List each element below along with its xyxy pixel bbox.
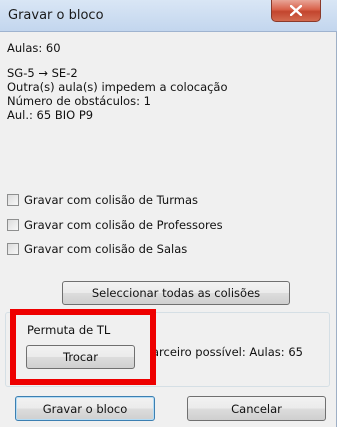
checkbox-label: Gravar com colisão de Salas — [24, 242, 188, 256]
parceiro-text: arceiro possível: Aulas: 65 — [152, 345, 303, 359]
checkbox-box[interactable] — [7, 194, 19, 206]
dialog-window: Gravar o bloco Aulas: 60 SG-5 → SE-2 Out… — [0, 0, 337, 427]
checkbox-label: Gravar com colisão de Turmas — [24, 193, 198, 207]
highlight-box — [10, 309, 156, 385]
cancel-button[interactable]: Cancelar — [187, 396, 326, 421]
move-text: SG-5 → SE-2 — [7, 66, 78, 80]
checkbox-box[interactable] — [7, 219, 19, 231]
close-button[interactable] — [271, 0, 321, 22]
aulas-text: Aulas: 60 — [7, 41, 61, 55]
impedem-text: Outra(s) aula(s) impedem a colocação — [7, 80, 228, 94]
checkbox-colisao-turmas[interactable]: Gravar com colisão de Turmas — [7, 192, 198, 208]
aul-text: Aul.: 65 BIO P9 — [7, 108, 94, 122]
window-title: Gravar o bloco — [8, 8, 104, 23]
obstaculos-text: Número de obstáculos: 1 — [7, 94, 151, 108]
close-icon — [290, 5, 302, 16]
checkbox-box[interactable] — [7, 243, 19, 255]
title-bar[interactable]: Gravar o bloco — [0, 0, 337, 32]
select-all-collisions-button[interactable]: Seleccionar todas as colisões — [62, 281, 290, 305]
gravar-bloco-button[interactable]: Gravar o bloco — [15, 396, 155, 421]
checkbox-label: Gravar com colisão de Professores — [24, 218, 223, 232]
checkbox-colisao-salas[interactable]: Gravar com colisão de Salas — [7, 241, 187, 257]
checkbox-colisao-professores[interactable]: Gravar com colisão de Professores — [7, 217, 223, 233]
